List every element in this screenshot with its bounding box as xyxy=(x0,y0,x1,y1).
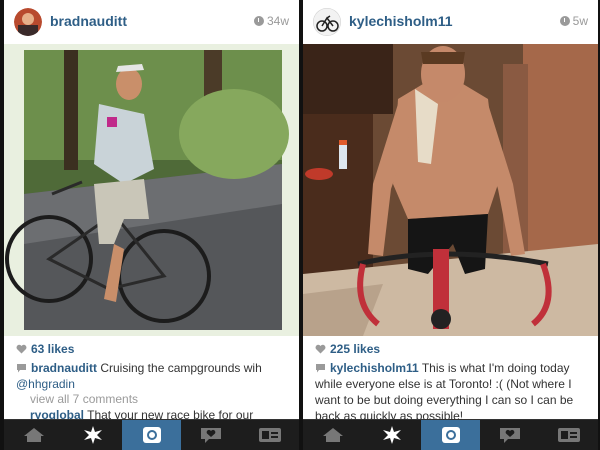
post-time: 5w xyxy=(559,14,588,28)
avatar[interactable] xyxy=(313,8,341,36)
post-username[interactable]: kylechisholm11 xyxy=(349,13,453,29)
tab-profile[interactable] xyxy=(240,420,299,450)
tab-bar xyxy=(303,419,598,450)
heart-icon xyxy=(16,344,27,354)
tab-home[interactable] xyxy=(303,420,362,450)
post-header: kylechisholm11 5w xyxy=(303,0,598,45)
post-card-right: kylechisholm11 5w 225 likes kylechisholm… xyxy=(303,0,598,450)
tab-profile[interactable] xyxy=(539,420,598,450)
tab-home[interactable] xyxy=(4,420,63,450)
likes-count[interactable]: 225 likes xyxy=(315,342,380,356)
camera-icon xyxy=(441,427,460,443)
home-icon xyxy=(23,428,44,442)
tab-camera[interactable] xyxy=(122,420,181,450)
avatar[interactable] xyxy=(14,8,42,36)
post-photo[interactable] xyxy=(4,44,299,336)
profile-icon xyxy=(557,428,580,442)
post-caption: bradnauditt Cruising the campgrounds wih… xyxy=(16,360,291,392)
tab-news[interactable] xyxy=(480,420,539,450)
post-time: 34w xyxy=(253,14,289,28)
tab-bar xyxy=(4,419,299,450)
post-meta: 63 likes bradnauditt Cruising the campgr… xyxy=(4,336,299,422)
news-icon xyxy=(200,428,221,443)
caption-mention[interactable]: @hhgradin xyxy=(16,377,75,391)
tab-explore[interactable] xyxy=(362,420,421,450)
post-caption: kylechisholm11 This is what I'm doing to… xyxy=(315,360,590,424)
profile-icon xyxy=(258,428,281,442)
tab-explore[interactable] xyxy=(63,420,122,450)
camera-icon xyxy=(142,427,161,443)
caption-text: Cruising the campgrounds wih xyxy=(97,361,262,375)
heart-icon xyxy=(315,344,326,354)
explore-icon xyxy=(382,426,401,444)
news-icon xyxy=(499,428,520,443)
comment-bubble-icon xyxy=(17,364,26,373)
clock-icon xyxy=(253,16,264,26)
explore-icon xyxy=(83,426,102,444)
caption-username[interactable]: bradnauditt xyxy=(31,361,97,375)
home-icon xyxy=(322,428,343,442)
view-all-comments-link[interactable]: view all 7 comments xyxy=(30,392,138,406)
post-username[interactable]: bradnauditt xyxy=(50,13,127,29)
post-photo[interactable] xyxy=(303,44,598,336)
likes-count[interactable]: 63 likes xyxy=(16,342,74,356)
caption-username[interactable]: kylechisholm11 xyxy=(330,361,419,375)
post-header: bradnauditt 34w xyxy=(4,0,299,45)
clock-icon xyxy=(559,16,570,26)
post-card-left: bradnauditt 34w 63 likes bradnauditt Cru… xyxy=(4,0,299,450)
comment-bubble-icon xyxy=(316,364,325,373)
tab-news[interactable] xyxy=(181,420,240,450)
tab-camera[interactable] xyxy=(421,420,480,450)
post-meta: 225 likes kylechisholm11 This is what I'… xyxy=(303,336,598,423)
